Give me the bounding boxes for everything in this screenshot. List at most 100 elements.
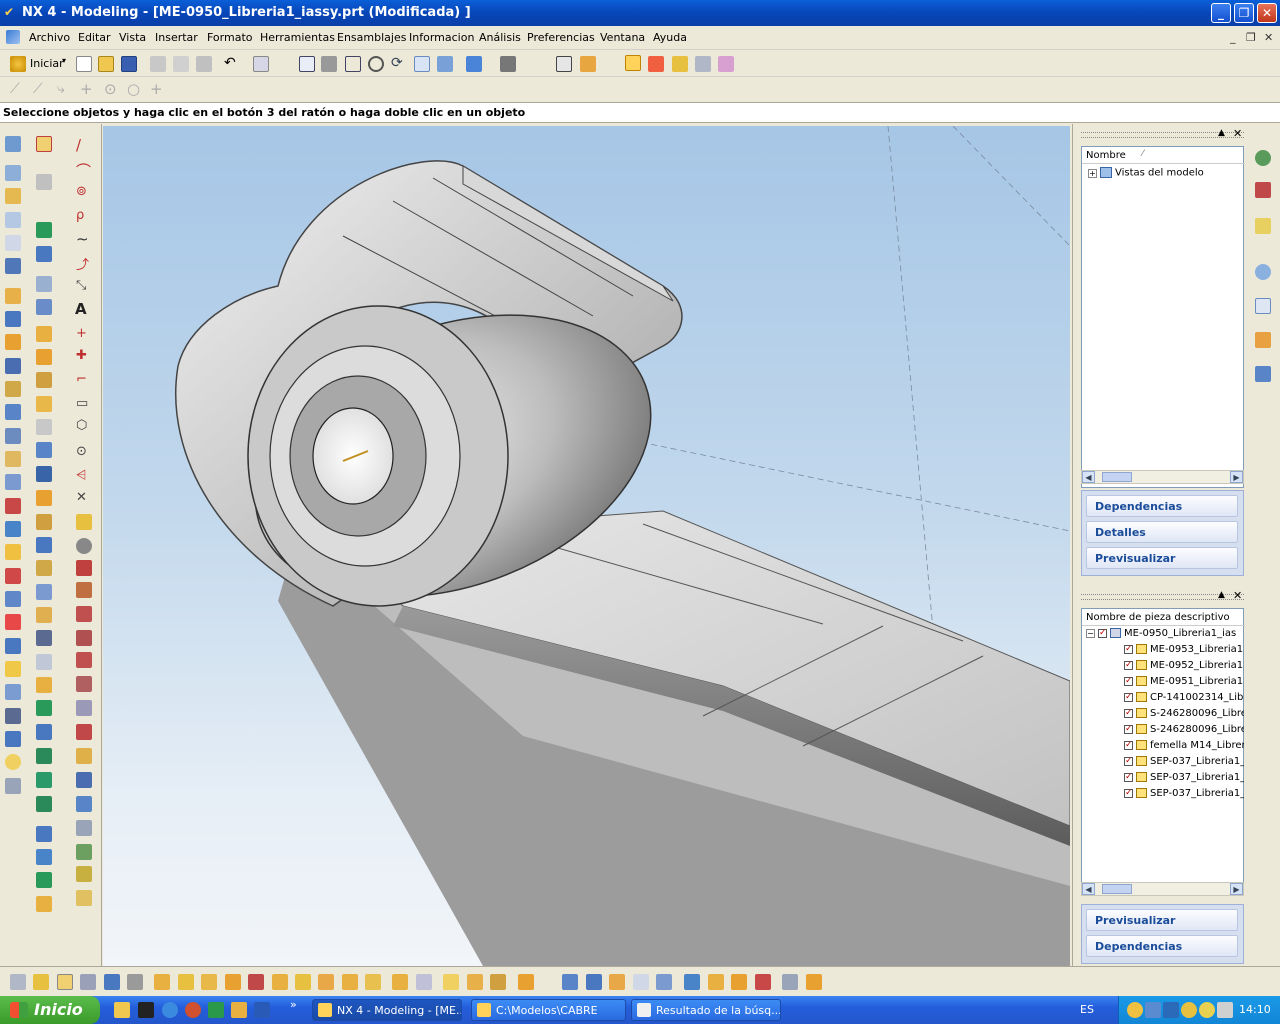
tool-icon-3[interactable]	[57, 974, 73, 990]
udf-icon[interactable]	[36, 772, 52, 788]
tool-icon-8[interactable]	[178, 974, 194, 990]
components-icon[interactable]	[695, 56, 711, 72]
assembly-collapse-icon[interactable]: ▲	[1218, 590, 1225, 600]
revolve-icon[interactable]	[5, 188, 21, 204]
tree-row[interactable]: ✓ ME-0953_Libreria1	[1124, 644, 1244, 655]
checkbox-icon[interactable]: ✓	[1124, 788, 1133, 798]
tool-icon-21[interactable]	[490, 974, 506, 990]
tool-icon-7[interactable]	[154, 974, 170, 990]
divide-curve-icon[interactable]: ✕	[76, 490, 87, 505]
offset-face-icon[interactable]	[5, 661, 21, 677]
conic-tool-icon[interactable]: ⤴	[76, 254, 89, 273]
clearance-icon[interactable]	[36, 677, 52, 693]
hole-icon[interactable]	[5, 358, 21, 374]
thread-icon[interactable]	[5, 778, 21, 794]
synchronize-icon[interactable]	[36, 849, 52, 865]
language-indicator[interactable]: ES	[1080, 1003, 1094, 1016]
dependencies-button[interactable]: Dependencias	[1086, 495, 1238, 517]
menu-ensamblajes[interactable]: Ensamblajes	[337, 31, 406, 44]
join-curve-icon[interactable]	[76, 514, 92, 530]
menu-ayuda[interactable]: Ayuda	[653, 31, 687, 44]
collapse-icon[interactable]: −	[1086, 629, 1095, 638]
text-tool-icon[interactable]: A	[75, 300, 87, 318]
tool-icon-19[interactable]	[443, 974, 459, 990]
top-horizontal-scrollbar[interactable]: ◀ ▶	[1081, 470, 1244, 484]
groove-icon[interactable]	[5, 474, 21, 490]
open-folder-icon[interactable]	[98, 56, 114, 72]
checkbox-icon[interactable]: ✓	[1098, 628, 1107, 638]
move-face-icon[interactable]	[36, 372, 52, 388]
law-curve-icon[interactable]	[76, 844, 92, 860]
tool-icon-10[interactable]	[225, 974, 241, 990]
tool-icon-24[interactable]	[586, 974, 602, 990]
taskbar-task-search[interactable]: Resultado de la búsq...	[631, 999, 781, 1021]
printer-icon[interactable]	[1217, 1002, 1233, 1018]
close-button[interactable]: ✕	[1257, 3, 1277, 23]
datum-csys-icon[interactable]	[36, 514, 52, 530]
network-icon[interactable]	[1145, 1002, 1161, 1018]
point-set-tool-icon[interactable]: +	[76, 326, 87, 341]
expand-icon[interactable]: +	[1088, 168, 1097, 178]
edge-blend-icon[interactable]	[5, 568, 21, 584]
tool-icon-4[interactable]	[80, 974, 96, 990]
point-icon[interactable]: +	[80, 80, 93, 98]
checkbox-icon[interactable]: ✓	[1124, 676, 1133, 686]
tool-icon-17[interactable]	[392, 974, 408, 990]
point-tool-icon[interactable]: ⊚	[76, 184, 87, 199]
taskbar-task-folder[interactable]: C:\Modelos\CABRE	[471, 999, 626, 1021]
pad-icon[interactable]	[5, 428, 21, 444]
menu-editar[interactable]: Editar	[78, 31, 111, 44]
ellipse-tool-icon[interactable]: ⊙	[76, 444, 87, 459]
checkbox-icon[interactable]: ✓	[1124, 756, 1133, 766]
scroll-right-icon[interactable]: ▶	[1230, 883, 1243, 895]
tree-row[interactable]: ✓ SEP-037_Libreria1_	[1124, 772, 1244, 783]
mirror-icon[interactable]	[5, 754, 21, 770]
replace-face-icon[interactable]	[36, 349, 52, 365]
point-set-icon[interactable]: +	[150, 80, 163, 98]
tool-icon-1[interactable]	[10, 974, 26, 990]
delete-face-icon[interactable]	[36, 326, 52, 342]
intersect-icon[interactable]	[5, 544, 21, 560]
suppress-icon[interactable]	[36, 276, 52, 292]
assembly-preview-button[interactable]: Previsualizar	[1086, 909, 1238, 931]
multi-point-icon[interactable]: ✚	[76, 348, 87, 363]
tool-icon-6[interactable]	[127, 974, 143, 990]
menu-insertar[interactable]: Insertar	[155, 31, 198, 44]
minimize-button[interactable]: _	[1211, 3, 1231, 23]
checkbox-icon[interactable]: ✓	[1124, 692, 1133, 702]
trim-curve-icon[interactable]: ⩤	[76, 468, 86, 483]
tool-icon-18[interactable]	[416, 974, 432, 990]
tree-item-model-views[interactable]: + Vistas del modelo	[1088, 167, 1204, 179]
tool-icon-27[interactable]	[656, 974, 672, 990]
system-materials-icon[interactable]	[1255, 298, 1271, 314]
spline-tool-icon[interactable]: ρ	[76, 208, 84, 223]
tool-icon-25[interactable]	[609, 974, 625, 990]
column-header-nombre[interactable]: Nombre	[1086, 150, 1126, 161]
menu-ventana[interactable]: Ventana	[600, 31, 645, 44]
tree-row[interactable]: ✓ SEP-037_Libreria1_	[1124, 788, 1244, 799]
chamfer-icon[interactable]	[5, 591, 21, 607]
checkbox-icon[interactable]: ✓	[1124, 660, 1133, 670]
tool-icon-16[interactable]	[365, 974, 381, 990]
tool-icon-32[interactable]	[782, 974, 798, 990]
bottom-horizontal-scrollbar[interactable]: ◀ ▶	[1081, 882, 1244, 896]
bridge-curve-icon[interactable]	[76, 652, 92, 668]
fillet-curve-icon[interactable]: ⌐	[76, 372, 87, 387]
scroll-left-icon[interactable]: ◀	[1082, 471, 1095, 483]
checkbox-icon[interactable]: ✓	[1124, 644, 1133, 654]
smooth-spline-icon[interactable]	[76, 748, 92, 764]
tube-icon[interactable]	[5, 235, 21, 251]
new-file-icon[interactable]	[76, 56, 92, 72]
help-icon[interactable]	[1255, 218, 1271, 234]
assembly-icon[interactable]	[672, 56, 688, 72]
block-icon[interactable]	[5, 258, 21, 274]
pattern-icon[interactable]	[5, 731, 21, 747]
checkbox-icon[interactable]: ✓	[1124, 708, 1133, 718]
mdi-close-button[interactable]: ✕	[1264, 31, 1273, 44]
command-prompt-icon[interactable]	[138, 1002, 154, 1018]
menu-analisis[interactable]: Análisis	[479, 31, 521, 44]
start-menu-button[interactable]: Iniciar	[30, 57, 64, 70]
arc-tool-icon[interactable]: ⌒	[76, 160, 91, 181]
sphere-icon[interactable]	[5, 334, 21, 350]
tool-icon-15[interactable]	[342, 974, 358, 990]
